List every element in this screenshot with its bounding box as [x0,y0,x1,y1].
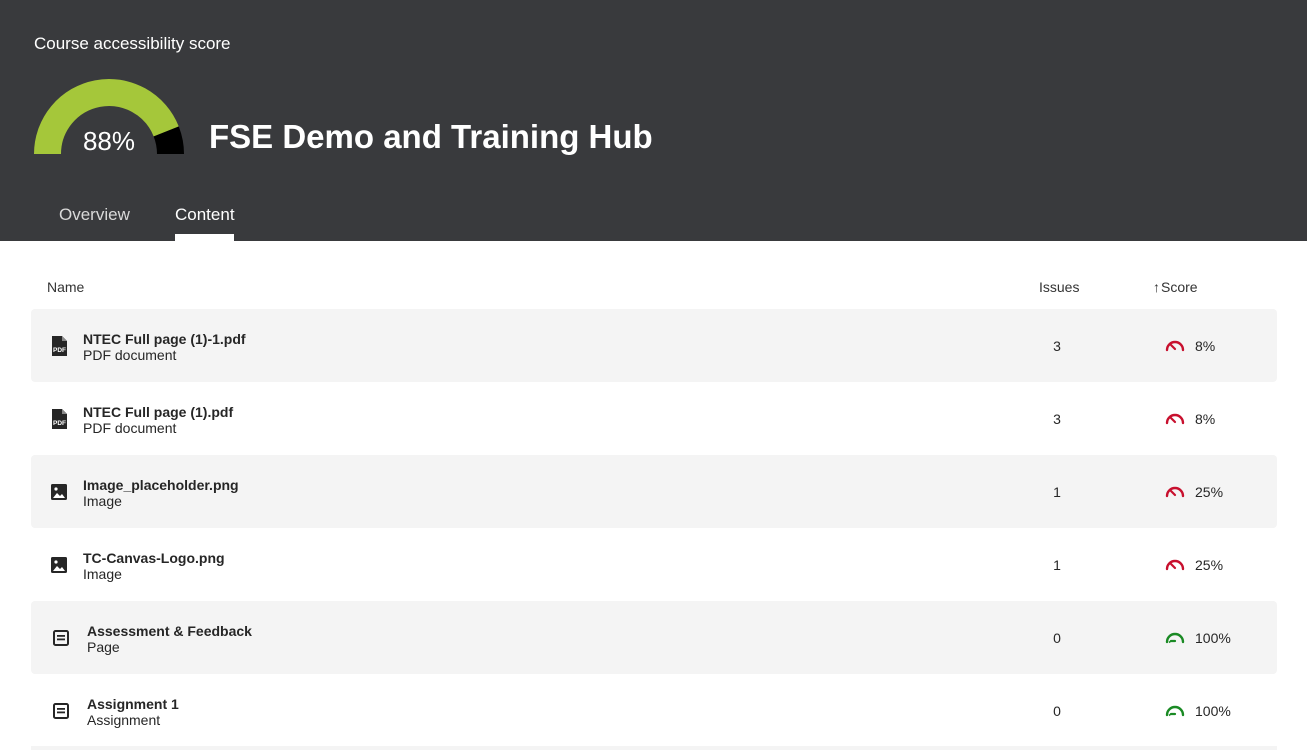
row-type: Assignment [87,712,161,728]
page-icon [50,627,72,649]
table-row[interactable]: PDF NTEC Full page (1).pdf PDF document 3 8% [31,382,1277,455]
row-issues-count: 3 [1053,411,1061,427]
row-issues-count: 0 [1053,703,1061,719]
score-meter-icon [1165,410,1185,426]
table-row[interactable]: Image_placeholder.png Image 1 25% [31,455,1277,528]
row-type: Page [87,639,120,655]
row-score: 8% [1195,411,1216,427]
image-icon [48,554,70,576]
image-icon [48,481,70,503]
row-name[interactable]: Assignment 1 [87,696,179,712]
row-name[interactable]: NTEC Full page (1)-1.pdf [83,331,246,347]
svg-text:PDF: PDF [53,420,66,427]
row-type: PDF document [83,420,177,436]
table-row[interactable]: Assignment 1 Assignment 0 100% [31,674,1277,747]
row-name[interactable]: TC-Canvas-Logo.png [83,550,225,566]
score-meter-icon [1165,337,1185,353]
svg-text:PDF: PDF [53,347,66,354]
sort-up-arrow-icon: ↑ [1153,279,1160,295]
course-title: FSE Demo and Training Hub [209,118,653,155]
row-name[interactable]: Assessment & Feedback [87,623,252,639]
table-row[interactable]: TC-Canvas-Logo.png Image 1 25% [31,528,1277,601]
row-type: Image [83,493,122,509]
score-meter-icon [1165,702,1185,718]
pdf-icon: PDF [48,335,70,357]
row-issues-count: 1 [1053,484,1061,500]
row-name[interactable]: Image_placeholder.png [83,477,239,493]
column-header-score[interactable]: ↑Score [1153,279,1198,295]
row-issues-count: 0 [1053,630,1061,646]
active-tab-indicator [175,234,234,241]
row-issues-count: 1 [1053,557,1061,573]
score-value: 88% [82,126,136,156]
tab-overview[interactable]: Overview [59,205,130,225]
next-row-edge [31,746,1277,750]
row-score: 25% [1195,557,1224,573]
tab-content[interactable]: Content [175,205,235,225]
row-score: 25% [1195,484,1224,500]
row-name[interactable]: NTEC Full page (1).pdf [83,404,233,420]
row-score: 100% [1195,630,1231,646]
column-header-score-label: Score [1161,279,1198,295]
score-meter-icon [1165,629,1185,645]
pdf-icon: PDF [48,408,70,430]
score-meter-icon [1165,483,1185,499]
row-issues-count: 3 [1053,338,1061,354]
row-score: 100% [1195,703,1231,719]
score-meter-icon [1165,556,1185,572]
table-row[interactable]: PDF NTEC Full page (1)-1.pdf PDF document 3… [31,309,1277,382]
page-icon [50,700,72,722]
course-header: Course accessibility score 88% FSE Demo … [0,0,1307,241]
column-header-issues[interactable]: Issues [1039,279,1079,295]
column-header-name[interactable]: Name [47,279,84,295]
table-row[interactable]: Assessment & Feedback Page 0 100% [31,601,1277,674]
row-type: PDF document [83,347,177,363]
row-type: Image [83,566,122,582]
row-score: 8% [1195,338,1216,354]
score-label: Course accessibility score [34,34,231,53]
